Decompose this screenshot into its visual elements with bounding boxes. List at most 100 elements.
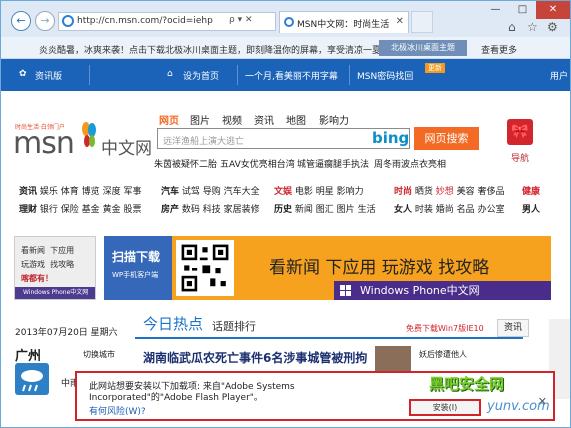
qr-code-icon [176,240,234,296]
cat-link[interactable]: 汽车 [161,187,179,197]
top-headline[interactable]: 湖南临武瓜农死亡事件6名涉事城管被刑拘 [143,349,367,366]
cat-link[interactable]: 试驾 [182,187,200,197]
hot-link[interactable]: 城管逼瘸腿手执法 [297,157,369,170]
close-window-button[interactable]: ✕ [536,1,570,19]
nav-user[interactable]: 用户 [550,69,568,82]
search-tab-images[interactable]: 图片 [190,112,210,127]
address-bar[interactable]: http://cn.msn.com/?ocid=iehp ρ ▾ ✕ [58,12,276,31]
cat-link[interactable]: 保险 [61,205,79,215]
cat-link[interactable]: 娱乐 [40,187,58,197]
cat-link[interactable]: 家居装修 [224,205,260,215]
search-tab-maps[interactable]: 地图 [286,112,306,127]
cat-link[interactable]: 文娱 [274,187,292,197]
msn-logo: msn [13,126,75,161]
cat-link[interactable]: 军事 [123,187,141,197]
cat-link[interactable]: 奢侈品 [478,187,505,197]
cat-link[interactable]: 健康 [522,187,540,197]
nav-promo-link[interactable]: 一个月,看美丽不用字幕 [245,69,338,82]
address-controls[interactable]: ρ ▾ ✕ [229,15,253,25]
hot-link[interactable]: 五AV女优亮相台湾 [220,157,295,170]
minimize-button[interactable]: — [482,1,509,19]
nav-news-edition[interactable]: 资讯版 [35,69,62,82]
nav-msn-password[interactable]: MSN密码找回 [357,69,413,82]
browser-tab[interactable]: MSN中文网：时尚生活 白... ✕ [279,11,409,33]
promo-text[interactable]: 炎炎酷暑，冰爽来袭！点击下载北极冰川桌面主题，即刻降温你的屏幕，享受清凉一夏！ [39,43,390,56]
cat-group-auto-row1: 汽车 试驾 导购 汽车大全 [161,184,260,197]
browser-window: ← → http://cn.msn.com/?ocid=iehp ρ ▾ ✕ M… [0,0,571,428]
wp-banner-large[interactable]: 扫描下载 WP手机客户端 看新闻 下应用 玩游戏 找攻略 Windows Pho… [104,236,551,300]
cat-link[interactable]: 汽车大全 [224,187,260,197]
cat-link[interactable]: 女人 [394,205,412,215]
hot-link[interactable]: 朱茵被疑怀二胎 [154,157,217,170]
install-button[interactable]: 安装(I) [409,399,481,416]
promo-strip: 炎炎酷暑，冰爽来袭！点击下载北极冰川桌面主题，即刻降温你的屏幕，享受清凉一夏！ … [1,37,570,59]
theme-download-button[interactable]: 北极冰川桌面主题 [379,40,467,56]
cat-link[interactable]: 晒货 [415,187,433,197]
cat-link[interactable]: 股票 [123,205,141,215]
search-tab-news[interactable]: 资讯 [254,112,274,127]
side-news-link[interactable]: 妖后惨遭他人 [419,349,467,360]
search-tab-video[interactable]: 视频 [222,112,242,127]
chevron-down-icon[interactable]: ▾ [31,349,35,358]
settings-gear-icon[interactable]: ⚙ [547,20,558,34]
nav-set-homepage[interactable]: 设为首页 [183,69,219,82]
cat-link[interactable]: 妙想 [436,187,454,197]
cat-link[interactable]: 新闻 [295,205,313,215]
cat-link[interactable]: 银行 [40,205,58,215]
cat-link[interactable]: 科技 [203,205,221,215]
cat-link[interactable]: 名品 [457,205,475,215]
tab-close-icon[interactable]: ✕ [396,16,404,27]
topic-ranking-tab[interactable]: 话题排行 [212,318,256,334]
wp-banner-small[interactable]: 看新闻 下应用 玩游戏 找攻略 喀都有！ Windows Phone中文网 [14,236,96,300]
cat-link[interactable]: 深度 [103,187,121,197]
news-thumbnail[interactable] [375,346,411,372]
today-hot-title[interactable]: 今日热点 [143,313,203,334]
home-icon[interactable]: ⌂ [508,20,516,34]
cat-link[interactable]: 图片 [337,205,355,215]
cat-link[interactable]: 历史 [274,205,292,215]
cat-link[interactable]: 资讯 [19,187,37,197]
cat-link[interactable]: 理财 [19,205,37,215]
msn-butterfly-logo-icon [82,122,96,147]
cat-link[interactable]: 影响力 [337,187,364,197]
cat-link[interactable]: 基金 [82,205,100,215]
favorites-icon[interactable]: ☆ [527,20,538,34]
cat-link[interactable]: 博览 [82,187,100,197]
cat-link[interactable]: 黄金 [103,205,121,215]
search-tab-influence[interactable]: 影响力 [319,112,349,127]
cat-link[interactable]: 时装 [415,205,433,215]
tab-news[interactable]: 资讯 [497,319,529,337]
forward-button[interactable]: → [35,11,55,31]
back-button[interactable]: ← [11,11,31,31]
cat-link[interactable]: 办公室 [478,205,505,215]
web-search-button[interactable]: 网页搜索 [414,127,479,150]
url-text[interactable]: http://cn.msn.com/?ocid=iehp [77,16,213,26]
cat-group-news-row1: 资讯 娱乐 体育 博览 深度 军事 [19,184,141,197]
new-tab-button[interactable] [411,11,433,33]
navigation-label[interactable]: 导航 [511,151,529,164]
cat-link[interactable]: 时尚 [394,187,412,197]
see-more-link[interactable]: 查看更多 [481,43,517,56]
risk-link[interactable]: 有何风险(W)? [89,404,146,417]
windows-logo-icon [340,285,351,296]
cat-group-fashion-row2: 女人 时装 婚尚 名品 办公室 [394,202,505,215]
search-input[interactable]: 远洋渔船上演大逃亡 bing [157,128,410,149]
cat-link[interactable]: 明星 [316,187,334,197]
ie10-download-link[interactable]: 免费下载Win7版IE10 [406,323,484,334]
cat-link[interactable]: 生活 [358,205,376,215]
navigation-gift-icon[interactable]: 🎀 [507,119,533,145]
maximize-button[interactable]: □ [509,1,536,19]
cat-link[interactable]: 房产 [161,205,179,215]
cat-link[interactable]: 导购 [203,187,221,197]
cat-link[interactable]: 电影 [295,187,313,197]
cat-link[interactable]: 美容 [457,187,475,197]
cat-link[interactable]: 婚尚 [436,205,454,215]
search-tab-web[interactable]: 网页 [159,112,179,127]
switch-city-link[interactable]: 切换城市 [83,349,115,360]
cat-link[interactable]: 数码 [182,205,200,215]
cat-link[interactable]: 图汇 [316,205,334,215]
hot-link[interactable]: 周冬雨波点衣亮相 [374,157,446,170]
cat-link[interactable]: 体育 [61,187,79,197]
logo-cn: 中文网 [101,139,152,159]
cat-link[interactable]: 男人 [522,205,540,215]
